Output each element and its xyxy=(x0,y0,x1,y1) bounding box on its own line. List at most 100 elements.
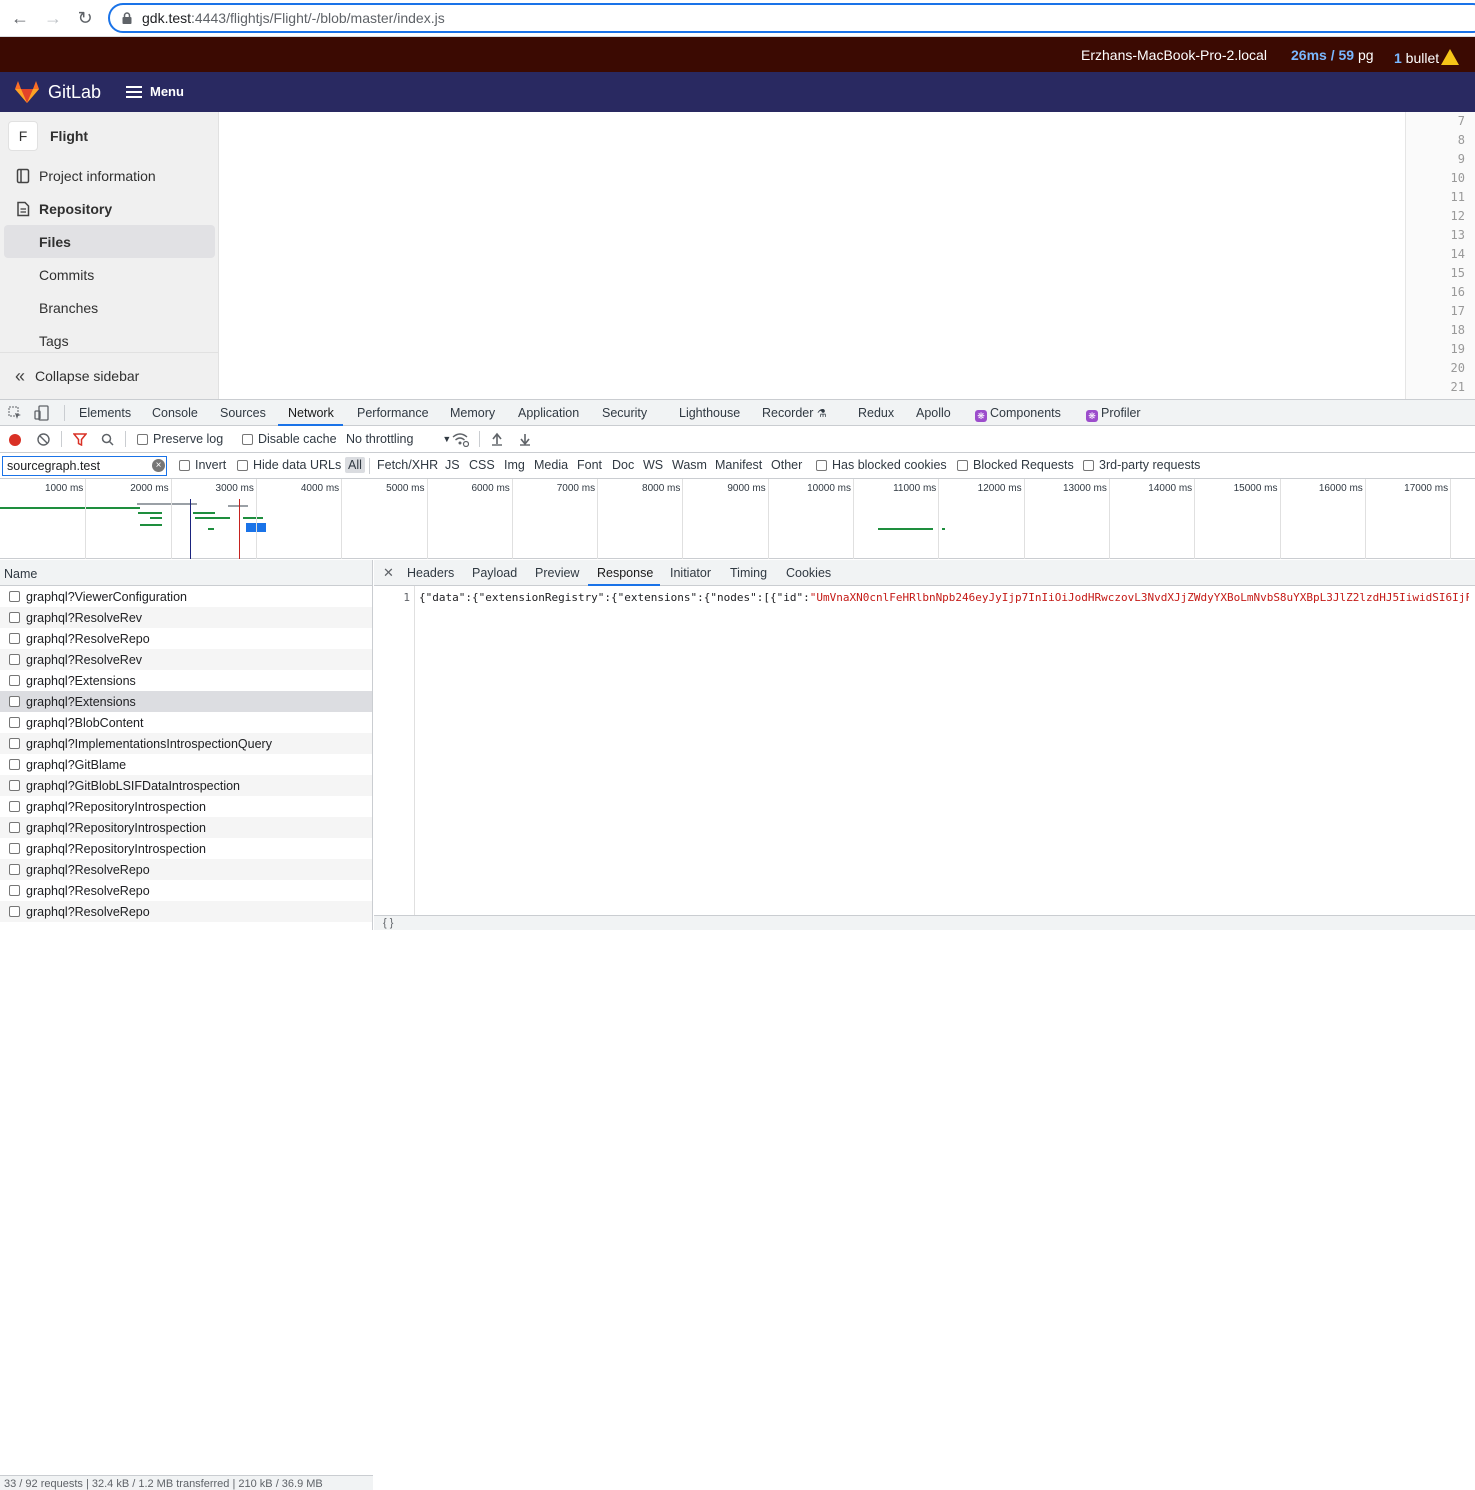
request-select-checkbox[interactable] xyxy=(9,612,20,623)
table-row[interactable]: graphql?ResolveRepo xyxy=(0,880,372,901)
table-row[interactable]: graphql?BlobContent xyxy=(0,712,372,733)
network-overview-timeline[interactable]: 1000 ms 2000 ms 3000 ms 4000 ms 5000 ms 6000 … xyxy=(0,479,1475,559)
tab-sources[interactable]: Sources xyxy=(220,406,266,420)
tab-timing[interactable]: Timing xyxy=(730,566,767,580)
import-har-icon[interactable] xyxy=(491,432,503,446)
line-number[interactable]: 17 xyxy=(1406,302,1465,321)
line-number[interactable]: 13 xyxy=(1406,226,1465,245)
request-select-checkbox[interactable] xyxy=(9,801,20,812)
line-number[interactable]: 19 xyxy=(1406,340,1465,359)
request-select-checkbox[interactable] xyxy=(9,822,20,833)
table-row[interactable]: graphql?ViewerConfiguration xyxy=(0,586,372,607)
tab-network[interactable]: Network xyxy=(288,406,334,420)
record-icon[interactable] xyxy=(9,434,21,446)
hide-data-urls-checkbox[interactable]: Hide data URLs xyxy=(237,458,341,472)
project-link[interactable]: F Flight xyxy=(8,121,88,151)
tab-memory[interactable]: Memory xyxy=(450,406,495,420)
filter-type-img[interactable]: Img xyxy=(504,458,525,472)
request-select-checkbox[interactable] xyxy=(9,717,20,728)
line-number[interactable]: 18 xyxy=(1406,321,1465,340)
disable-cache-checkbox[interactable]: Disable cache xyxy=(242,432,337,446)
search-icon[interactable] xyxy=(101,433,114,446)
tab-headers[interactable]: Headers xyxy=(407,566,454,580)
table-row[interactable]: graphql?RepositoryIntrospection xyxy=(0,796,372,817)
perf-timing[interactable]: 26ms / 59 pg xyxy=(1291,47,1374,63)
request-select-checkbox[interactable] xyxy=(9,885,20,896)
export-har-icon[interactable] xyxy=(519,432,531,446)
line-number[interactable]: 21 xyxy=(1406,378,1465,397)
clear-icon[interactable] xyxy=(37,433,50,446)
tab-profiler[interactable]: ❋ Profiler xyxy=(1086,406,1141,422)
name-column-header[interactable]: Name xyxy=(0,560,372,586)
line-number[interactable]: 15 xyxy=(1406,264,1465,283)
line-number[interactable]: 14 xyxy=(1406,245,1465,264)
request-select-checkbox[interactable] xyxy=(9,654,20,665)
back-arrow-icon[interactable]: ← xyxy=(8,6,32,30)
filter-type-doc[interactable]: Doc xyxy=(612,458,634,472)
third-party-requests-checkbox[interactable]: 3rd-party requests xyxy=(1083,458,1200,472)
request-select-checkbox[interactable] xyxy=(9,675,20,686)
table-row[interactable]: graphql?GitBlobLSIFDataIntrospection xyxy=(0,775,372,796)
request-select-checkbox[interactable] xyxy=(9,864,20,875)
tab-lighthouse[interactable]: Lighthouse xyxy=(679,406,740,420)
gitlab-brand[interactable]: GitLab xyxy=(48,82,101,103)
tab-redux[interactable]: Redux xyxy=(858,406,894,420)
device-toolbar-icon[interactable] xyxy=(34,405,50,421)
sidebar-item-commits[interactable]: Commits xyxy=(0,258,219,291)
sidebar-item-repository[interactable]: Repository xyxy=(0,192,219,225)
table-row[interactable]: graphql?ResolveRepo xyxy=(0,628,372,649)
filter-type-ws[interactable]: WS xyxy=(643,458,663,472)
table-row[interactable]: graphql?Extensions xyxy=(0,691,372,712)
perf-bullet[interactable]: 1 bullet xyxy=(1394,47,1460,66)
filter-type-fetch-xhr[interactable]: Fetch/XHR xyxy=(377,458,438,472)
network-conditions-icon[interactable] xyxy=(452,432,469,447)
sidebar-item-files[interactable]: Files xyxy=(4,225,215,258)
address-bar[interactable]: gdk.test:4443/flightjs/Flight/-/blob/mas… xyxy=(108,3,1475,33)
table-row[interactable]: graphql?RepositoryIntrospection xyxy=(0,817,372,838)
line-number[interactable]: 11 xyxy=(1406,188,1465,207)
table-row[interactable]: graphql?ResolveRepo xyxy=(0,901,372,922)
filter-type-all[interactable]: All xyxy=(345,457,365,473)
request-select-checkbox[interactable] xyxy=(9,759,20,770)
filter-type-media[interactable]: Media xyxy=(534,458,568,472)
table-row[interactable]: graphql?GitBlame xyxy=(0,754,372,775)
request-select-checkbox[interactable] xyxy=(9,591,20,602)
gitlab-logo-icon[interactable] xyxy=(14,80,40,104)
table-row[interactable]: graphql?ResolveRepo xyxy=(0,859,372,880)
table-row[interactable]: graphql?Extensions xyxy=(0,670,372,691)
request-select-checkbox[interactable] xyxy=(9,633,20,644)
tab-preview[interactable]: Preview xyxy=(535,566,579,580)
invert-checkbox[interactable]: Invert xyxy=(179,458,226,472)
filter-icon[interactable] xyxy=(73,433,87,446)
tab-recorder[interactable]: Recorder ⚗ xyxy=(762,406,827,420)
sidebar-item-project-information[interactable]: Project information xyxy=(0,159,219,192)
forward-arrow-icon[interactable]: → xyxy=(41,6,65,30)
table-row[interactable]: graphql?ImplementationsIntrospectionQuer… xyxy=(0,733,372,754)
preserve-log-checkbox[interactable]: Preserve log xyxy=(137,432,223,446)
request-select-checkbox[interactable] xyxy=(9,843,20,854)
tab-components[interactable]: ❋ Components xyxy=(975,406,1061,422)
tab-apollo[interactable]: Apollo xyxy=(916,406,951,420)
close-details-icon[interactable]: ✕ xyxy=(383,565,394,581)
filter-type-js[interactable]: JS xyxy=(445,458,460,472)
filter-type-other[interactable]: Other xyxy=(771,458,802,472)
tab-console[interactable]: Console xyxy=(152,406,198,420)
filter-type-wasm[interactable]: Wasm xyxy=(672,458,707,472)
reload-icon[interactable]: ↻ xyxy=(73,6,97,30)
filter-type-font[interactable]: Font xyxy=(577,458,602,472)
line-number[interactable]: 7 xyxy=(1406,112,1465,131)
request-select-checkbox[interactable] xyxy=(9,738,20,749)
menu-button[interactable]: Menu xyxy=(126,84,184,99)
line-number[interactable]: 20 xyxy=(1406,359,1465,378)
collapse-sidebar-button[interactable]: « Collapse sidebar xyxy=(0,352,219,399)
has-blocked-cookies-checkbox[interactable]: Has blocked cookies xyxy=(816,458,947,472)
tab-elements[interactable]: Elements xyxy=(79,406,131,420)
line-number[interactable]: 16 xyxy=(1406,283,1465,302)
line-number[interactable]: 9 xyxy=(1406,150,1465,169)
inspect-element-icon[interactable] xyxy=(8,406,22,420)
filter-type-css[interactable]: CSS xyxy=(469,458,495,472)
line-number[interactable]: 10 xyxy=(1406,169,1465,188)
request-select-checkbox[interactable] xyxy=(9,906,20,917)
response-body[interactable]: {"data":{"extensionRegistry":{"extension… xyxy=(419,591,1469,604)
throttling-select[interactable]: No throttling ▼ xyxy=(346,432,451,446)
